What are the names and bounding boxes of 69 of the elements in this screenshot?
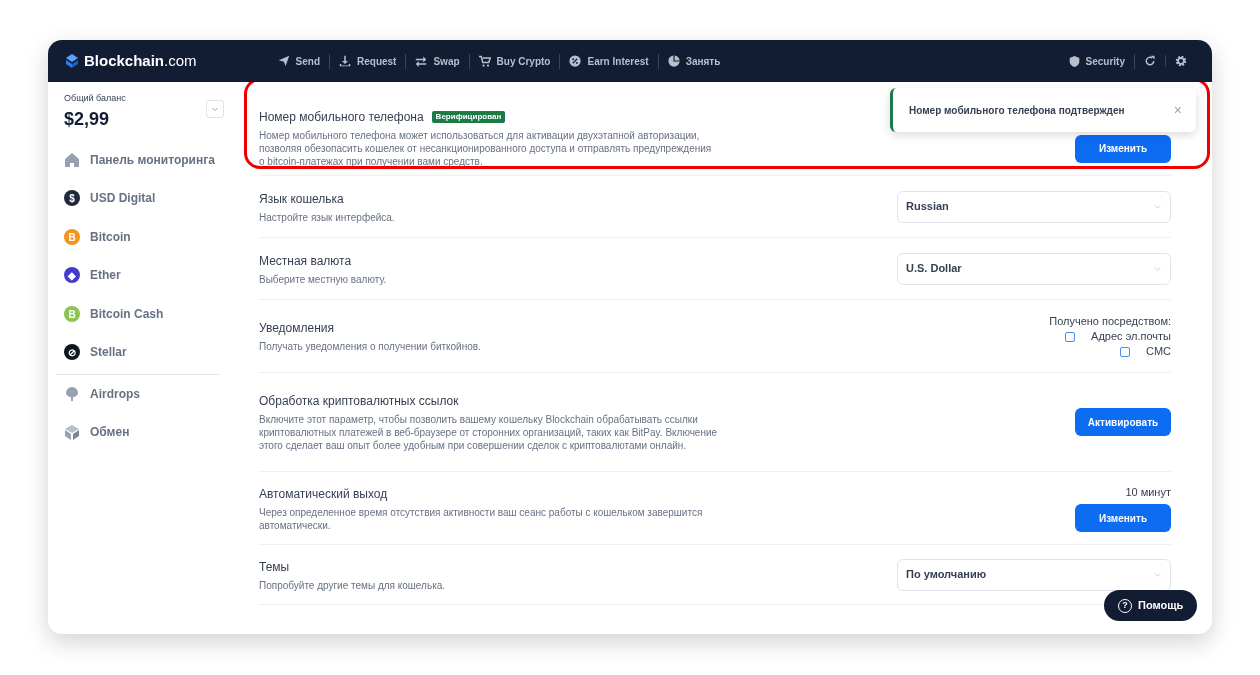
setting-value: 10 минут bbox=[1125, 484, 1171, 500]
chevron-down-icon bbox=[1153, 202, 1162, 211]
refresh-icon bbox=[1144, 55, 1156, 67]
sidebar-item[interactable]: Обмен bbox=[64, 413, 224, 452]
logo-icon bbox=[64, 53, 80, 69]
coin-icon: $ bbox=[64, 190, 80, 207]
setting-title: Номер мобильного телефона bbox=[259, 108, 424, 126]
house-icon bbox=[64, 151, 80, 168]
nav-link[interactable]: Earn Interest bbox=[560, 53, 659, 69]
checkbox[interactable] bbox=[1120, 346, 1131, 357]
security-link[interactable]: Security bbox=[1059, 53, 1135, 69]
percent-icon bbox=[569, 55, 582, 67]
nav-link[interactable]: Swap bbox=[406, 53, 470, 69]
nav-link[interactable]: Send bbox=[268, 53, 330, 69]
setting-title: Обработка криптовалютных ссылок bbox=[259, 393, 459, 410]
nav-link[interactable]: Buy Crypto bbox=[469, 53, 561, 69]
chevron-down-icon bbox=[1153, 264, 1162, 273]
settings-icon bbox=[1175, 55, 1187, 67]
pie-chart-icon bbox=[667, 55, 680, 67]
balance-label: Общий баланс bbox=[64, 92, 126, 105]
select-field[interactable]: U.S. Dollar bbox=[897, 252, 1171, 285]
setting-title: Язык кошелька bbox=[259, 190, 344, 208]
sidebar-item[interactable]: ◆ Ether bbox=[64, 256, 224, 295]
cube-icon bbox=[64, 424, 80, 441]
coin-icon: B bbox=[64, 228, 80, 245]
setting-description: Включите этот параметр, чтобы позволить вашему кошельку Blockchain обрабатывать ссылки криптовалютных платежей в веб-браузере от сторонних организаций, таких как BitPay. Включение этого сделает ваш опыт более удобным при совершении сделок с криптовалютами онлайн. bbox=[259, 413, 719, 452]
sidebar-item[interactable]: B Bitcoin Cash bbox=[64, 294, 224, 333]
setting-description: Через определенное время отсутствия активности ваш сеанс работы с кошельком завершится автоматически. bbox=[259, 505, 704, 532]
change-button[interactable]: Изменить bbox=[1075, 134, 1171, 163]
balance-amount: $2,99 bbox=[64, 107, 111, 131]
sidebar-item[interactable]: Airdrops bbox=[64, 374, 224, 413]
shield-icon bbox=[1068, 55, 1080, 67]
setting-title: Темы bbox=[259, 558, 290, 576]
chevron-down-icon bbox=[1153, 570, 1162, 579]
change-button[interactable]: Активировать bbox=[1075, 408, 1171, 436]
nav-link[interactable]: Request bbox=[330, 53, 407, 69]
coin-icon: ◆ bbox=[64, 267, 80, 284]
download-icon bbox=[339, 55, 351, 67]
change-button[interactable]: Изменить bbox=[1075, 504, 1171, 533]
select-field[interactable]: Russian bbox=[897, 190, 1171, 223]
notification-caption: Получено посредством: bbox=[1049, 313, 1171, 329]
select-field[interactable]: По умолчанию bbox=[897, 558, 1171, 591]
logo-text: Blockchain.com bbox=[84, 50, 197, 71]
toast-message: Номер мобильного телефона подтвержден bbox=[909, 103, 1125, 118]
setting-description: Настройте язык интерфейса. bbox=[259, 210, 395, 224]
setting-description: Попробуйте другие темы для кошелька. bbox=[259, 578, 446, 592]
balloon-icon bbox=[64, 385, 80, 402]
checkbox[interactable] bbox=[1065, 331, 1076, 342]
setting-description: Выберите местную валюту. bbox=[259, 272, 387, 286]
swap-icon bbox=[415, 55, 428, 67]
setting-title: Автоматический выход bbox=[259, 485, 388, 503]
setting-description: Получать уведомления о получении биткойнов. bbox=[259, 340, 481, 353]
cart-icon bbox=[478, 55, 491, 67]
checkbox-label: СМС bbox=[1146, 344, 1171, 360]
chevron-down-icon bbox=[211, 105, 219, 113]
sidebar-item[interactable]: $ USD Digital bbox=[64, 179, 224, 218]
verified-badge: Верифицирован bbox=[431, 110, 506, 123]
checkbox-label: Адрес эл.почты bbox=[1091, 329, 1171, 345]
sidebar-item[interactable]: Панель мониторинга bbox=[64, 140, 224, 179]
setting-title: Местная валюта bbox=[259, 252, 352, 270]
nav-link[interactable]: Занять bbox=[658, 53, 730, 69]
help-button[interactable]: ? Помощь bbox=[1104, 590, 1198, 621]
setting-title: Уведомления bbox=[259, 320, 335, 337]
send-icon bbox=[277, 55, 290, 67]
setting-description: Номер мобильного телефона может использоваться для активации двухэтапной авторизации, позволяя обезопасить кошелек от несанкционированного доступа и отправлять предупреждения о bitcoin-платежах при получении вами средств. bbox=[259, 128, 713, 168]
sidebar-item[interactable]: ⊘ Stellar bbox=[64, 333, 224, 372]
sidebar-item[interactable]: B Bitcoin bbox=[64, 217, 224, 256]
coin-icon: B bbox=[64, 305, 80, 322]
coin-icon: ⊘ bbox=[64, 344, 80, 361]
